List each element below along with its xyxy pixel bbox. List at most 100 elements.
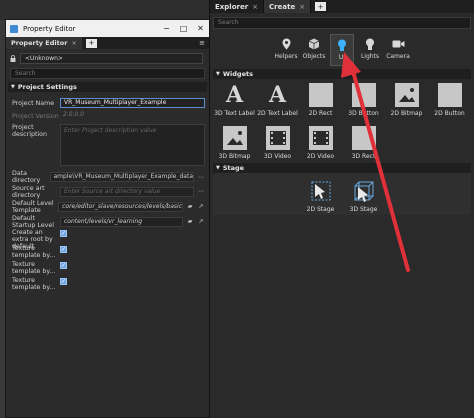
image-icon	[394, 83, 419, 107]
external-link-icon[interactable]: ↗	[197, 217, 205, 226]
tab-property-editor[interactable]: Property Editor ×	[6, 37, 82, 49]
data-directory-field[interactable]: ample\VR_Museum_Multiplayer_Example_data	[49, 172, 194, 182]
panel-divider	[209, 0, 210, 418]
maximize-icon[interactable]: □	[175, 24, 192, 33]
cube-icon	[307, 37, 321, 51]
stage-2d[interactable]: 2D Stage	[299, 176, 342, 219]
object-selector-row: <Unknown>	[6, 51, 209, 65]
ui-bulb-icon	[335, 38, 349, 52]
widget-label: 2D Bitmap	[390, 110, 423, 117]
property-search-input[interactable]: Search	[10, 68, 205, 79]
row-texture-template-1: Texture template by... ✓	[6, 245, 209, 261]
more-options-icon[interactable]: ⋯	[197, 173, 205, 182]
category-camera-label: Camera	[386, 53, 410, 60]
widget-label: 3D Bitmap	[218, 153, 251, 160]
stage-label: 3D Stage	[349, 206, 378, 213]
widget-3d-text-label[interactable]: A 3D Text Label	[213, 80, 256, 123]
widget-3d-bitmap[interactable]: 3D Bitmap	[213, 123, 256, 166]
category-ui[interactable]: UI	[330, 34, 354, 66]
row-default-level-template: Default Level Template core/editor_slave…	[6, 199, 209, 214]
default-startup-level-field[interactable]: content/levels/vr_learning	[60, 216, 183, 227]
widget-2d-video[interactable]: 2D Video	[299, 123, 342, 166]
collapse-triangle-icon: ▼	[216, 71, 220, 77]
image-icon	[222, 126, 247, 150]
hamburger-menu-icon[interactable]: ≡	[199, 39, 205, 47]
texture-template-checkbox[interactable]: ✓	[60, 246, 67, 253]
category-helpers[interactable]: Helpers	[274, 34, 298, 66]
create-search-input[interactable]: Search	[213, 17, 471, 29]
widget-3d-rect[interactable]: 3D Rect	[342, 123, 385, 166]
widget-label: 3D Rect	[351, 153, 376, 160]
category-objects[interactable]: Objects	[302, 34, 326, 66]
properties-list: Project Name VR_Museum_Multiplayer_Examp…	[6, 96, 209, 293]
default-level-template-field[interactable]: core/editor_slave/resources/levels/basic	[58, 201, 183, 212]
tab-close-icon[interactable]: ×	[71, 39, 76, 47]
stage-label: 2D Stage	[306, 206, 335, 213]
create-extra-root-checkbox[interactable]: ✓	[60, 230, 67, 237]
add-tab-button[interactable]: +	[85, 38, 97, 48]
more-options-icon[interactable]: ⋯	[197, 187, 205, 196]
project-name-label: Project Name	[12, 99, 55, 107]
external-link-icon[interactable]: ↗	[197, 202, 205, 211]
category-lights-label: Lights	[360, 53, 380, 60]
stage-section-header[interactable]: ▼ Stage	[213, 163, 471, 173]
close-icon[interactable]: ✕	[192, 24, 209, 33]
button-icon	[351, 83, 376, 107]
row-data-directory: Data directory ample\VR_Museum_Multiplay…	[6, 170, 209, 184]
collapse-triangle-icon: ▼	[11, 84, 15, 90]
row-texture-template-3: Texture template by... ✓	[6, 277, 209, 293]
widget-2d-rect[interactable]: 2D Rect	[299, 80, 342, 123]
object-selector[interactable]: <Unknown>	[20, 52, 203, 64]
widgets-section-header[interactable]: ▼ Widgets	[213, 69, 471, 79]
widget-3d-video[interactable]: 3D Video	[256, 123, 299, 166]
window-controls: − □ ✕	[158, 24, 209, 33]
widgets-section-label: Widgets	[222, 70, 253, 78]
category-lights[interactable]: Lights	[358, 34, 382, 66]
widget-3d-button[interactable]: 3D Button	[342, 80, 385, 123]
default-level-template-label: Default Level Template	[12, 199, 54, 214]
row-default-startup-level: Default Startup Level content/levels/vr_…	[6, 214, 209, 229]
minimize-icon[interactable]: −	[158, 24, 175, 33]
project-version-label: Project Version	[12, 112, 59, 120]
property-editor-tabs: Property Editor × + ≡	[6, 37, 209, 49]
default-startup-level-label: Default Startup Level	[12, 214, 54, 229]
category-ui-label: UI	[338, 54, 346, 61]
project-name-field[interactable]: VR_Museum_Multiplayer_Example	[60, 98, 205, 108]
lock-icon[interactable]	[10, 54, 16, 62]
project-settings-header[interactable]: ▼ Project Settings	[8, 82, 207, 92]
tab-create-close-icon[interactable]: ×	[299, 3, 305, 11]
tab-explorer-label: Explorer	[215, 2, 249, 11]
left-dock-topbar	[0, 0, 210, 20]
folder-icon[interactable]: ▰	[186, 202, 194, 211]
widget-2d-bitmap[interactable]: 2D Bitmap	[385, 80, 428, 123]
stage-3d[interactable]: 3D Stage	[342, 176, 385, 219]
create-panel-tabs: Explorer × Create × +	[210, 0, 474, 13]
pin-icon	[279, 37, 293, 51]
collapse-triangle-icon: ▼	[216, 165, 220, 171]
widget-2d-text-label[interactable]: A 2D Text Label	[256, 80, 299, 123]
category-camera[interactable]: Camera	[386, 34, 410, 66]
project-description-label: Project description	[12, 124, 48, 138]
rect-icon	[351, 126, 376, 150]
widget-label: 3D Text Label	[214, 110, 255, 117]
row-project-version: Project Version 2.0.0.0	[6, 110, 209, 122]
row-create-extra-root: Create an extra root by default ✓	[6, 229, 209, 250]
add-tab-button[interactable]: +	[315, 2, 327, 11]
source-art-label: Source art directory	[12, 184, 45, 199]
project-version-field: 2.0.0.0	[63, 111, 84, 118]
source-art-field[interactable]: Enter Source art directory value	[60, 186, 194, 197]
text-a-icon: A	[225, 82, 244, 108]
widget-2d-button[interactable]: 2D Button	[428, 80, 471, 123]
tab-explorer-close-icon[interactable]: ×	[252, 3, 258, 11]
stage-2d-icon	[309, 179, 333, 203]
texture-template-checkbox[interactable]: ✓	[60, 262, 67, 269]
tab-create[interactable]: Create ×	[264, 0, 312, 13]
window-titlebar[interactable]: Property Editor − □ ✕	[6, 20, 209, 37]
widget-label: 2D Text Label	[257, 110, 298, 117]
tab-explorer[interactable]: Explorer ×	[210, 0, 265, 13]
folder-icon[interactable]: ▰	[186, 217, 194, 226]
stage-3d-icon	[352, 179, 376, 203]
texture-template-checkbox[interactable]: ✓	[60, 278, 67, 285]
category-bar: Helpers Objects UI Lights Camera	[210, 34, 474, 68]
project-description-field[interactable]: Enter Project description value	[60, 124, 205, 166]
